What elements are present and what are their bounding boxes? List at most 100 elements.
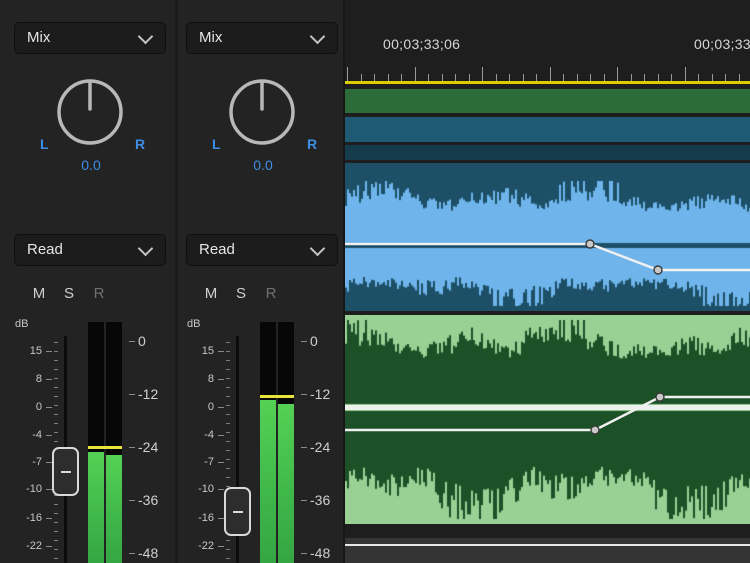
ruler-tick <box>604 74 605 81</box>
meter-scale-label: -12 <box>310 386 330 402</box>
work-area-bar <box>345 81 750 84</box>
fader-db-scale: 15 8 0 -4 -7 -10 -16 -22 <box>182 0 214 563</box>
fader-scale-label: 8 <box>208 373 214 386</box>
meter-scale-label: -36 <box>138 492 158 508</box>
ruler-tick <box>428 74 429 81</box>
video-clip-bar[interactable] <box>345 89 750 113</box>
fader-scale-label: 15 <box>30 345 42 358</box>
ruler-tick <box>685 67 686 81</box>
meter-scale-label: -36 <box>310 492 330 508</box>
ruler-tick <box>617 67 618 81</box>
fader-scale-label: 0 <box>208 401 214 414</box>
ruler-tick <box>509 74 510 81</box>
volume-fader-handle[interactable] <box>52 447 79 496</box>
keyframe-handle[interactable] <box>591 426 599 434</box>
ruler-tick <box>550 67 551 81</box>
ruler-tick <box>698 74 699 81</box>
meter-fill-right <box>278 404 294 563</box>
keyframe-handle[interactable] <box>654 266 662 274</box>
ruler-tick <box>401 74 402 81</box>
meter-scale-label: -24 <box>138 439 158 455</box>
ruler-tick <box>536 74 537 81</box>
meter-fill-left <box>88 452 104 563</box>
pan-knob[interactable] <box>54 76 126 148</box>
ruler-tick <box>644 74 645 81</box>
meter-scale-label: -24 <box>310 439 330 455</box>
ruler-tick <box>482 67 483 81</box>
fader-scale-label: -4 <box>32 429 42 442</box>
solo-button[interactable]: S <box>232 285 250 302</box>
meter-scale-label: -12 <box>138 386 158 402</box>
audio-track-mixer-panel: Mix L R 0.0 Read M S R dB 1580-4-7-10-16… <box>0 0 345 563</box>
pan-knob[interactable] <box>226 76 298 148</box>
fader-scale-label: -7 <box>204 456 214 469</box>
ruler-tick <box>523 74 524 81</box>
peak-hold-indicator <box>260 395 294 398</box>
ruler-tick <box>725 74 726 81</box>
ruler-tick <box>469 74 470 81</box>
meter-db-scale: 0 -12 -24 -36 -48 <box>300 0 345 563</box>
ruler-tick <box>577 74 578 81</box>
fader-scale-label: 15 <box>202 345 214 358</box>
volume-automation-blue[interactable] <box>345 163 750 311</box>
ruler-tick <box>658 74 659 81</box>
ruler-tick <box>442 74 443 81</box>
clip-bar-teal-dark[interactable] <box>345 145 750 160</box>
strip-divider <box>175 0 178 563</box>
keyframe-handle[interactable] <box>656 393 664 401</box>
meter-db-scale: 0-12-24-36-48 <box>128 0 174 563</box>
mixer-strip-1: Mix L R 0.0 Read M S R dB 1580-4-7-10-16… <box>8 0 174 563</box>
clip-bar-teal[interactable] <box>345 117 750 142</box>
ruler-tick <box>361 74 362 81</box>
ruler-tick <box>631 74 632 81</box>
keyframe-handle[interactable] <box>586 240 594 248</box>
peak-hold-indicator <box>88 446 122 449</box>
ruler-tick <box>388 74 389 81</box>
ruler-tick <box>739 74 740 81</box>
level-meter-right <box>106 322 122 563</box>
volume-fader-handle[interactable] <box>224 487 251 536</box>
meter-scale-label: 0 <box>310 333 318 349</box>
mixer-strip-2: Mix L R 0.0 Read M S R dB 1580-4-7-10-16… <box>180 0 345 563</box>
timeline-panel: 00;03;33;06 00;03;33 <box>345 0 750 563</box>
ruler-tick <box>415 67 416 81</box>
fader-scale-label: -10 <box>26 483 42 496</box>
premiere-audio-mixer-view: Mix L R 0.0 Read M S R dB 1580-4-7-10-16… <box>0 0 750 563</box>
fader-scale-label: 8 <box>36 373 42 386</box>
fader-scale-label: -7 <box>32 456 42 469</box>
level-meter-left <box>88 322 104 563</box>
meter-scale-label: -48 <box>310 545 330 561</box>
volume-automation-green[interactable] <box>345 315 750 524</box>
record-arm-button[interactable]: R <box>262 285 280 302</box>
automation-line[interactable] <box>345 397 750 430</box>
ruler-tick <box>347 67 348 81</box>
fader-scale-label: -22 <box>26 540 42 553</box>
time-ruler[interactable]: 00;03;33;06 00;03;33 <box>345 0 750 81</box>
audio-clip-stereo-green[interactable] <box>345 315 750 524</box>
ruler-tick <box>712 74 713 81</box>
record-arm-button[interactable]: R <box>90 285 108 302</box>
meter-scale-label: -48 <box>138 545 158 561</box>
fader-scale-label: -22 <box>198 540 214 553</box>
level-meter-right <box>278 322 294 563</box>
fader-scale-label: 0 <box>36 401 42 414</box>
ruler-tick <box>455 74 456 81</box>
audio-clip-stereo-blue[interactable] <box>345 163 750 311</box>
fader-scale-label: -10 <box>198 483 214 496</box>
fader-scale-label: -4 <box>204 429 214 442</box>
audio-track-collapsed[interactable] <box>345 538 750 563</box>
timecode-label: 00;03;33;06 <box>383 36 460 52</box>
solo-button[interactable]: S <box>60 285 78 302</box>
timecode-label: 00;03;33 <box>694 36 750 52</box>
ruler-tick <box>374 74 375 81</box>
fader-scale-label: -16 <box>198 512 214 525</box>
meter-fill-left <box>260 400 276 563</box>
volume-line <box>345 544 750 546</box>
fader-scale-label: -16 <box>26 512 42 525</box>
automation-line[interactable] <box>345 244 750 270</box>
ruler-tick <box>563 74 564 81</box>
ruler-tick <box>671 74 672 81</box>
fader-db-scale: 15 8 0 -4 -7 -10 -16 -22 <box>10 0 42 563</box>
level-meter-left <box>260 322 276 563</box>
meter-fill-right <box>106 455 122 563</box>
